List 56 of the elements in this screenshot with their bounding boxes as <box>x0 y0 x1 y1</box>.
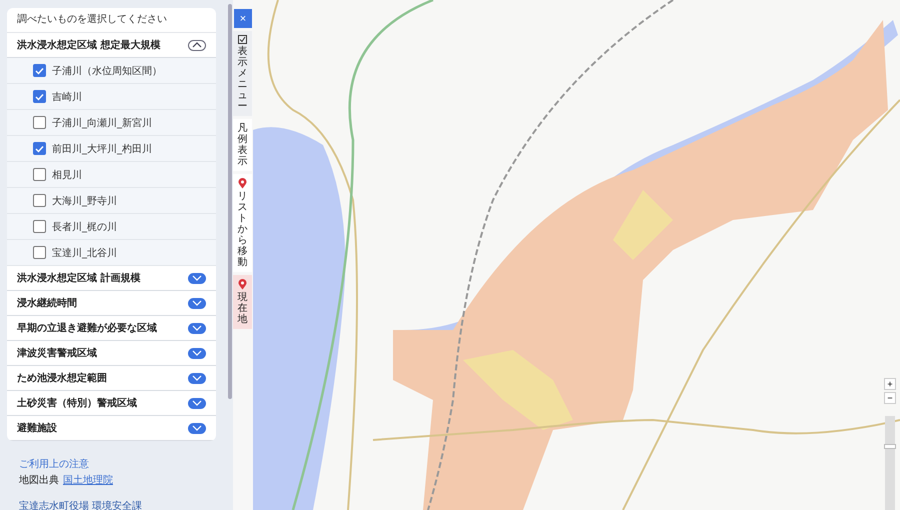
checkbox-icon <box>238 35 247 44</box>
source-link[interactable]: 国土地理院 <box>63 475 113 486</box>
pin-icon <box>238 178 247 189</box>
checkbox[interactable] <box>33 220 46 233</box>
expand-toggle[interactable] <box>188 322 206 334</box>
checkbox[interactable] <box>33 168 46 181</box>
section-title: 浸水継続時間 <box>17 296 77 310</box>
notice-link[interactable]: ご利用上の注意 <box>19 457 233 471</box>
river-label: 大海川_野寺川 <box>52 194 117 208</box>
chevron-down-icon <box>192 350 202 356</box>
expand-toggle[interactable] <box>188 272 206 284</box>
section-title: 洪水浸水想定区域 想定最大規模 <box>17 38 160 52</box>
section-title: 津波災害警戒区域 <box>17 346 97 360</box>
chevron-down-icon <box>192 375 202 381</box>
panel-title: 調べたいものを選択してください <box>7 8 216 33</box>
section-title: 土砂災害（特別）警戒区域 <box>17 396 137 410</box>
river-label: 長者川_梶の川 <box>52 220 117 234</box>
checkbox[interactable] <box>33 90 46 103</box>
chevron-down-icon <box>192 300 202 306</box>
checkbox[interactable] <box>33 116 46 129</box>
river-label: 子浦川（水位周知区間） <box>52 64 162 78</box>
section-title: 早期の立退き避難が必要な区域 <box>17 321 157 335</box>
expand-toggle[interactable] <box>188 422 206 434</box>
close-button[interactable]: × <box>234 9 252 28</box>
source-label: 地図出典 <box>19 475 59 486</box>
scrollbar[interactable] <box>228 4 232 399</box>
expand-toggle[interactable] <box>188 398 206 408</box>
checkbox[interactable] <box>33 246 46 259</box>
expand-toggle[interactable] <box>188 348 206 358</box>
chevron-down-icon <box>192 275 202 281</box>
expand-toggle[interactable] <box>188 298 206 308</box>
expand-toggle[interactable] <box>188 372 206 384</box>
pin-icon <box>238 279 247 290</box>
expand-toggle[interactable] <box>188 40 206 50</box>
checkbox[interactable] <box>33 142 46 155</box>
river-label: 宝達川_北谷川 <box>52 246 117 260</box>
river-label: 相見川 <box>52 168 82 182</box>
zoom-out-button[interactable]: − <box>884 392 896 404</box>
river-label: 前田川_大坪川_杓田川 <box>52 142 152 156</box>
chevron-down-icon <box>192 425 202 431</box>
side-tab[interactable]: リストから移動 <box>233 174 252 272</box>
side-tab[interactable]: 凡例表示 <box>233 119 252 171</box>
checkbox[interactable] <box>33 194 46 207</box>
side-tab[interactable]: 現在地 <box>233 275 252 329</box>
river-label: 吉崎川 <box>52 90 82 104</box>
zoom-slider-thumb[interactable] <box>884 444 896 448</box>
section-title: 避難施設 <box>17 422 57 435</box>
zoom-in-button[interactable]: + <box>884 378 896 390</box>
checkbox[interactable] <box>33 64 46 77</box>
chevron-down-icon <box>192 325 202 331</box>
river-label: 子浦川_向瀬川_新宮川 <box>52 116 152 130</box>
section-title: 洪水浸水想定区域 計画規模 <box>17 271 140 285</box>
section-title: ため池浸水想定範囲 <box>17 371 107 385</box>
chevron-up-icon <box>192 42 202 48</box>
chevron-down-icon <box>192 400 202 406</box>
side-tab[interactable]: 表示メニュー <box>233 31 252 116</box>
